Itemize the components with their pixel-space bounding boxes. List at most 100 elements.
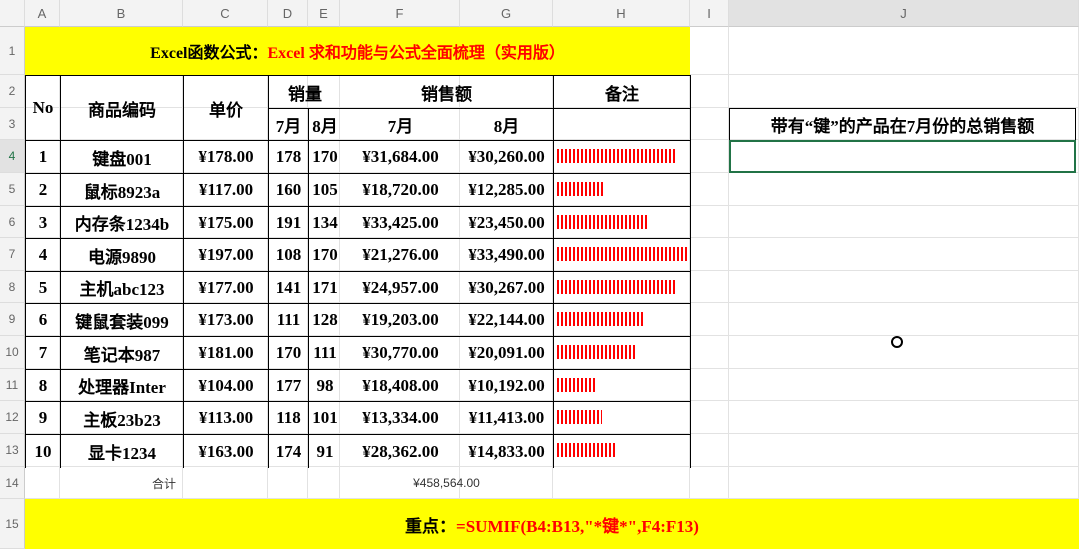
grid-cell[interactable] — [308, 467, 340, 499]
grid-cell[interactable] — [729, 336, 1079, 369]
row-header-5[interactable]: 5 — [0, 173, 25, 206]
cell-q8[interactable]: 170 — [308, 140, 341, 174]
cell-q8[interactable]: 170 — [308, 238, 341, 272]
cell-code[interactable]: 笔记本987 — [60, 336, 184, 370]
cell-price[interactable]: ¥181.00 — [183, 336, 269, 370]
grid-cell[interactable] — [690, 467, 729, 499]
cell-no[interactable]: 6 — [25, 303, 61, 337]
grid-cell[interactable] — [729, 401, 1079, 434]
grid-cell[interactable] — [729, 434, 1079, 467]
cell-s8[interactable]: ¥20,091.00 — [460, 336, 554, 370]
cell-q7[interactable]: 174 — [268, 434, 309, 468]
cell-no[interactable]: 2 — [25, 173, 61, 207]
grid-cell[interactable] — [25, 467, 60, 499]
cell-s7[interactable]: ¥31,684.00 — [340, 140, 461, 174]
column-header-F[interactable]: F — [340, 0, 460, 27]
cell-q7[interactable]: 111 — [268, 303, 309, 337]
cell-no[interactable]: 10 — [25, 434, 61, 468]
cell-price[interactable]: ¥104.00 — [183, 369, 269, 402]
grid-cell[interactable] — [690, 108, 729, 140]
cell-q7[interactable]: 141 — [268, 271, 309, 304]
cell-code[interactable]: 键盘001 — [60, 140, 184, 174]
column-header-E[interactable]: E — [308, 0, 340, 27]
cell-q7[interactable]: 191 — [268, 206, 309, 239]
cell-price[interactable]: ¥177.00 — [183, 271, 269, 304]
row-header-10[interactable]: 10 — [0, 336, 25, 369]
column-header-D[interactable]: D — [268, 0, 308, 27]
grid-cell[interactable] — [729, 303, 1079, 336]
cell-code[interactable]: 键鼠套装099 — [60, 303, 184, 337]
column-header-C[interactable]: C — [183, 0, 268, 27]
cell-s7[interactable]: ¥21,276.00 — [340, 238, 461, 272]
grid-cell[interactable] — [553, 467, 690, 499]
row-header-12[interactable]: 12 — [0, 401, 25, 434]
cell-q7[interactable]: 118 — [268, 401, 309, 435]
cell-s7[interactable]: ¥30,770.00 — [340, 336, 461, 370]
grid-cell[interactable] — [729, 369, 1079, 401]
total-value[interactable]: ¥458,564.00 — [340, 467, 553, 499]
grid-cell[interactable] — [690, 173, 729, 206]
column-header-B[interactable]: B — [60, 0, 183, 27]
grid-cell[interactable] — [729, 206, 1079, 238]
cell-price[interactable]: ¥175.00 — [183, 206, 269, 239]
grid-cell[interactable] — [690, 401, 729, 434]
cell-no[interactable]: 4 — [25, 238, 61, 272]
cell-s8[interactable]: ¥11,413.00 — [460, 401, 554, 435]
cell-code[interactable]: 主机abc123 — [60, 271, 184, 304]
cell-price[interactable]: ¥197.00 — [183, 238, 269, 272]
cell-q7[interactable]: 177 — [268, 369, 309, 402]
cell-s7[interactable]: ¥19,203.00 — [340, 303, 461, 337]
row-header-4[interactable]: 4 — [0, 140, 25, 173]
grid-cell[interactable] — [690, 303, 729, 336]
cell-s8[interactable]: ¥23,450.00 — [460, 206, 554, 239]
total-label[interactable]: 合计 — [60, 467, 268, 499]
cell-no[interactable]: 8 — [25, 369, 61, 402]
grid-cell[interactable] — [690, 336, 729, 369]
column-header-A[interactable]: A — [25, 0, 60, 27]
row-header-2[interactable]: 2 — [0, 75, 25, 108]
cell-s8[interactable]: ¥33,490.00 — [460, 238, 554, 272]
answer-cell-selected[interactable] — [729, 140, 1076, 173]
cell-s8[interactable]: ¥12,285.00 — [460, 173, 554, 207]
cell-q8[interactable]: 134 — [308, 206, 341, 239]
cell-s7[interactable]: ¥18,720.00 — [340, 173, 461, 207]
cell-no[interactable]: 7 — [25, 336, 61, 370]
row-header-13[interactable]: 13 — [0, 434, 25, 467]
cell-q8[interactable]: 105 — [308, 173, 341, 207]
cell-q8[interactable]: 101 — [308, 401, 341, 435]
grid-cell[interactable] — [729, 75, 1079, 108]
grid-cell[interactable] — [690, 369, 729, 401]
cell-q8[interactable]: 98 — [308, 369, 341, 402]
cell-s7[interactable]: ¥24,957.00 — [340, 271, 461, 304]
cell-s8[interactable]: ¥14,833.00 — [460, 434, 554, 468]
cell-code[interactable]: 内存条1234b — [60, 206, 184, 239]
cell-no[interactable]: 5 — [25, 271, 61, 304]
cell-q7[interactable]: 108 — [268, 238, 309, 272]
cell-price[interactable]: ¥163.00 — [183, 434, 269, 468]
grid-cell[interactable] — [690, 434, 729, 467]
grid-cell[interactable] — [690, 271, 729, 303]
grid-cell[interactable] — [690, 27, 729, 75]
row-header-1[interactable]: 1 — [0, 27, 25, 75]
question-cell[interactable]: 带有“键”的产品在7月份的总销售额 — [729, 108, 1076, 141]
row-header-8[interactable]: 8 — [0, 271, 25, 303]
cell-s8[interactable]: ¥22,144.00 — [460, 303, 554, 337]
cell-q7[interactable]: 178 — [268, 140, 309, 174]
cell-code[interactable]: 电源9890 — [60, 238, 184, 272]
cell-no[interactable]: 1 — [25, 140, 61, 174]
grid-cell[interactable] — [729, 173, 1079, 206]
cell-code[interactable]: 处理器Inter — [60, 369, 184, 402]
grid-cell[interactable] — [690, 238, 729, 271]
cell-price[interactable]: ¥178.00 — [183, 140, 269, 174]
cell-no[interactable]: 9 — [25, 401, 61, 435]
cell-price[interactable]: ¥117.00 — [183, 173, 269, 207]
grid-cell[interactable] — [729, 238, 1079, 271]
grid-cell[interactable] — [729, 27, 1079, 75]
cell-s8[interactable]: ¥30,260.00 — [460, 140, 554, 174]
grid-cell[interactable] — [729, 271, 1079, 303]
cell-q8[interactable]: 111 — [308, 336, 341, 370]
row-header-9[interactable]: 9 — [0, 303, 25, 336]
select-all-corner[interactable] — [0, 0, 25, 27]
grid-cell[interactable] — [690, 75, 729, 108]
cell-s8[interactable]: ¥30,267.00 — [460, 271, 554, 304]
